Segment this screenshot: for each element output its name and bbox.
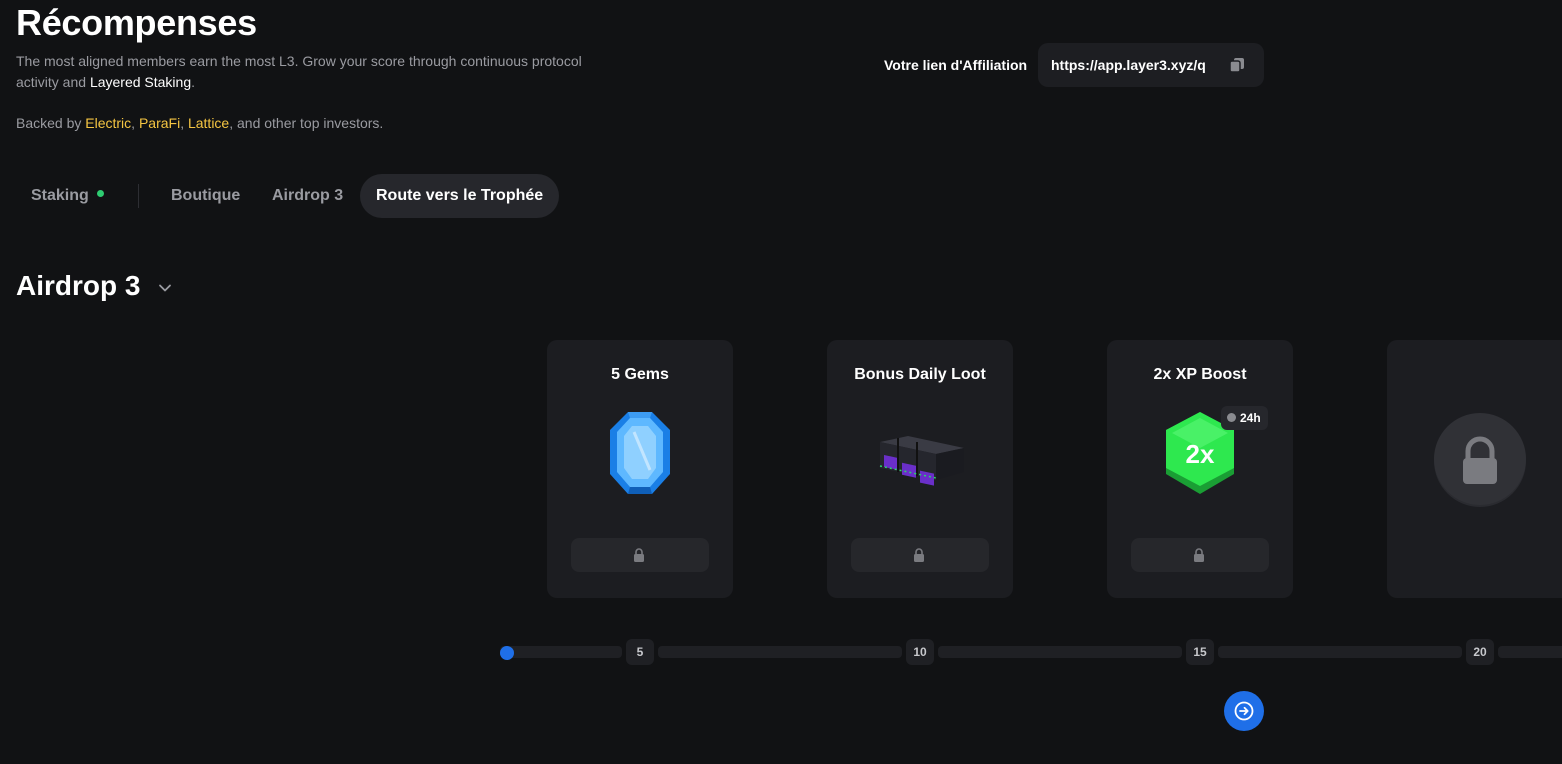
lock-icon — [1194, 548, 1204, 562]
tab-boutique[interactable]: Boutique — [171, 174, 240, 218]
progress-track-segment — [1218, 646, 1462, 658]
affiliation-url[interactable]: https://app.layer3.xyz/q — [1051, 57, 1206, 73]
progress-track-segment — [500, 646, 622, 658]
investors-line: Backed by Electric, ParaFi, Lattice, and… — [16, 115, 384, 131]
next-button[interactable] — [1224, 691, 1264, 731]
investor-parafi-link[interactable]: ParaFi — [139, 115, 180, 131]
progress-track-segment — [1498, 646, 1562, 658]
reward-title: Bonus Daily Loot — [854, 366, 986, 383]
page-title: Récompenses — [16, 2, 257, 43]
status-dot — [96, 190, 104, 198]
clock-icon — [1227, 413, 1236, 423]
level-tick-20: 20 — [1466, 639, 1494, 665]
reward-card-locked[interactable] — [1387, 340, 1562, 598]
affiliation-link-box[interactable]: https://app.layer3.xyz/q — [1038, 43, 1264, 87]
reward-card-gems[interactable]: 5 Gems — [547, 340, 733, 598]
reward-title: 2x XP Boost — [1153, 366, 1247, 383]
claim-locked-button[interactable] — [571, 538, 709, 572]
duration-badge: 24h — [1221, 406, 1268, 430]
arrow-right-icon — [1234, 701, 1254, 721]
investor-electric-link[interactable]: Electric — [85, 115, 131, 131]
level-tick-15: 15 — [1186, 639, 1214, 665]
loot-chest-icon — [879, 436, 964, 486]
description-end: . — [191, 74, 196, 90]
tab-staking-label: Staking — [31, 187, 89, 204]
duration-text: 24h — [1240, 411, 1261, 425]
layered-staking-link[interactable]: Layered Staking — [90, 74, 191, 90]
gem-icon — [610, 412, 670, 494]
progress-track-segment — [658, 646, 902, 658]
level-tick-10: 10 — [906, 639, 934, 665]
lock-icon — [1434, 413, 1526, 507]
backed-by-text: Backed by — [16, 115, 86, 131]
copy-icon[interactable] — [1229, 57, 1245, 73]
claim-locked-button[interactable] — [851, 538, 989, 572]
lock-icon — [634, 548, 644, 562]
tab-divider — [138, 184, 139, 208]
page-description: The most aligned members earn the most L… — [16, 51, 596, 93]
tab-route-vers-le-trophee[interactable]: Route vers le Trophée — [360, 174, 560, 218]
investor-lattice-link[interactable]: Lattice — [188, 115, 229, 131]
progress-indicator — [500, 646, 514, 660]
section-title[interactable]: Airdrop 3 — [16, 270, 140, 302]
affiliation-label: Votre lien d'Affiliation — [884, 57, 1028, 73]
xp-boost-text: 2x — [1186, 439, 1215, 469]
reward-card-daily-loot[interactable]: Bonus Daily Loot — [827, 340, 1013, 598]
level-tick-5: 5 — [626, 639, 654, 665]
claim-locked-button[interactable] — [1131, 538, 1269, 572]
reward-title: 5 Gems — [611, 366, 669, 383]
tab-airdrop-3[interactable]: Airdrop 3 — [272, 174, 343, 218]
backed-by-end: , and other top investors. — [229, 115, 384, 131]
tab-staking[interactable]: Staking — [31, 174, 104, 218]
reward-card-xp-boost[interactable]: 2x XP Boost 2x 24h — [1107, 340, 1293, 598]
chevron-down-icon[interactable] — [158, 281, 172, 295]
lock-icon — [914, 548, 924, 562]
progress-track-segment — [938, 646, 1182, 658]
